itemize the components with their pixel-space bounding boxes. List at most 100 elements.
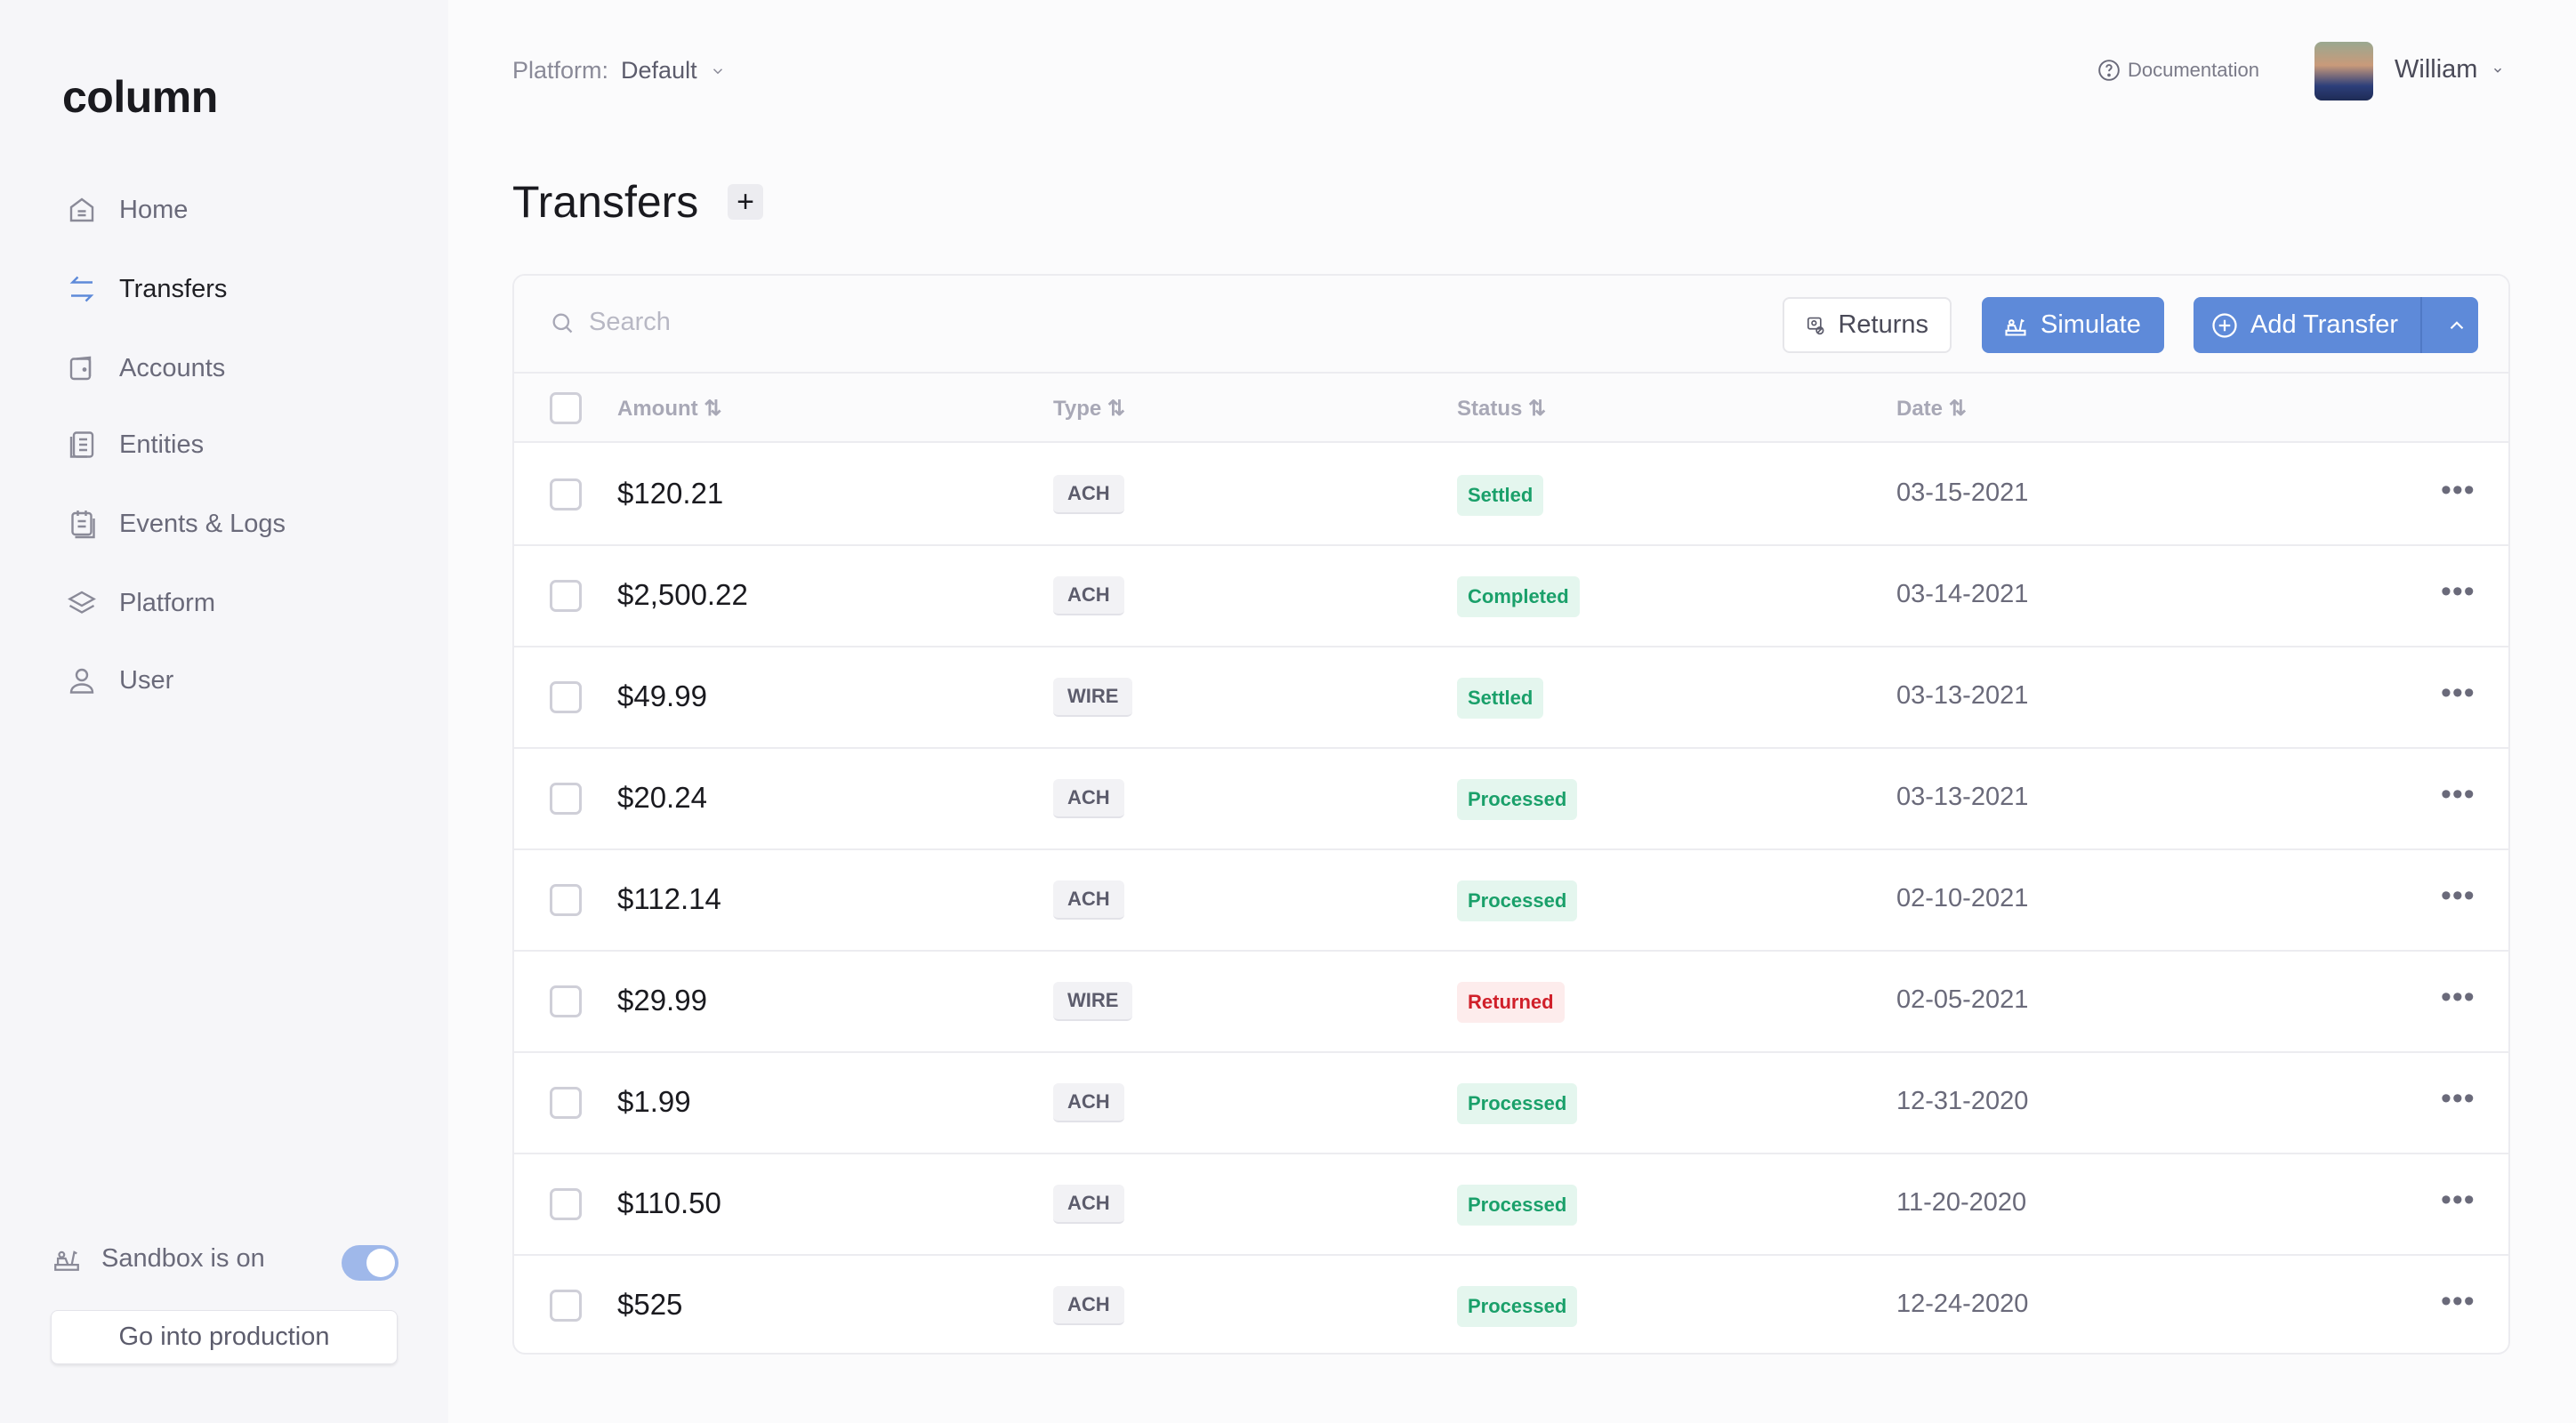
transfers-icon [69, 276, 94, 302]
amount: $525 [617, 1288, 683, 1321]
add-transfer-main[interactable]: Add Transfer [2194, 297, 2422, 353]
sidebar-item-platform[interactable]: Platform [66, 587, 215, 619]
date: 02-10-2021 [1896, 884, 2029, 912]
more-options-icon[interactable]: ••• [2441, 1284, 2475, 1319]
date: 12-31-2020 [1896, 1087, 2029, 1115]
sidebar-item-entities[interactable]: Entities [66, 429, 204, 461]
row-checkbox[interactable] [550, 478, 582, 511]
logo: column [62, 72, 218, 122]
more-options-icon[interactable]: ••• [2441, 575, 2475, 609]
sidebar-item-label: Home [119, 195, 189, 224]
entities-icon [69, 431, 94, 458]
sidebar-item-accounts[interactable]: Accounts [66, 352, 225, 384]
table-row[interactable]: $525 ACH Processed 12-24-2020 ••• [514, 1256, 2508, 1353]
more-options-icon[interactable]: ••• [2441, 777, 2475, 812]
row-checkbox[interactable] [550, 884, 582, 916]
platform-label: Platform: [512, 57, 609, 84]
date: 03-15-2021 [1896, 478, 2029, 507]
chevron-down-icon [712, 68, 722, 74]
sandbox-status: Sandbox is on [52, 1243, 265, 1274]
sidebar-item-transfers[interactable]: Transfers [66, 273, 227, 305]
table-row[interactable]: $49.99 WIRE Settled 03-13-2021 ••• [514, 647, 2508, 749]
more-options-icon[interactable]: ••• [2441, 1081, 2475, 1116]
date: 11-20-2020 [1896, 1188, 2027, 1217]
more-options-icon[interactable]: ••• [2441, 879, 2475, 913]
column-date[interactable]: Date ⇅ [1896, 396, 1967, 422]
table-row[interactable]: $120.21 ACH Settled 03-15-2021 ••• [514, 445, 2508, 546]
add-transfer-button[interactable]: Add Transfer [2194, 297, 2478, 353]
returns-icon [1807, 317, 1824, 334]
status-badge: Processed [1457, 779, 1578, 820]
documentation-label: Documentation [2128, 59, 2259, 81]
row-checkbox[interactable] [550, 985, 582, 1017]
type-badge: ACH [1053, 880, 1124, 920]
row-checkbox[interactable] [550, 681, 582, 713]
search-icon [552, 313, 573, 333]
status-badge: Returned [1457, 982, 1565, 1023]
transfers-table: Search Returns Simulate Add Transfer Amo… [512, 274, 2510, 1355]
row-checkbox[interactable] [550, 1290, 582, 1322]
row-checkbox[interactable] [550, 580, 582, 612]
search-placeholder: Search [589, 308, 671, 336]
more-options-icon[interactable]: ••• [2441, 1183, 2475, 1218]
column-status[interactable]: Status ⇅ [1457, 396, 1546, 422]
date: 03-13-2021 [1896, 681, 2029, 710]
select-all-checkbox[interactable] [550, 392, 582, 424]
sidebar-item-label: User [119, 665, 174, 695]
sandbox-icon [2005, 318, 2026, 336]
sidebar-item-label: Entities [119, 430, 205, 459]
user-menu[interactable]: William [2395, 55, 2504, 84]
sidebar: column Home Transfers Accounts Entities Even… [0, 0, 448, 1423]
type-badge: ACH [1053, 779, 1124, 818]
amount: $49.99 [617, 679, 707, 712]
help-icon [2098, 60, 2120, 81]
sidebar-item-user[interactable]: User [66, 664, 173, 696]
column-type[interactable]: Type ⇅ [1053, 396, 1125, 422]
amount: $2,500.22 [617, 578, 748, 611]
sidebar-item-label: Transfers [119, 274, 228, 303]
amount: $20.24 [617, 781, 707, 814]
type-badge: ACH [1053, 475, 1124, 514]
column-amount[interactable]: Amount ⇅ [617, 396, 721, 422]
type-badge: ACH [1053, 1286, 1124, 1325]
sidebar-item-home[interactable]: Home [66, 194, 188, 226]
table-row[interactable]: $2,500.22 ACH Completed 03-14-2021 ••• [514, 546, 2508, 647]
row-checkbox[interactable] [550, 783, 582, 815]
sandbox-icon [54, 1250, 79, 1271]
returns-button[interactable]: Returns [1783, 297, 1952, 353]
more-options-icon[interactable]: ••• [2441, 676, 2475, 711]
user-name: William [2395, 55, 2478, 84]
accounts-icon [69, 356, 92, 381]
sandbox-toggle[interactable] [342, 1245, 398, 1281]
add-transfer-label: Add Transfer [2250, 310, 2399, 339]
date: 03-13-2021 [1896, 783, 2029, 811]
sidebar-item-events-logs[interactable]: Events & Logs [66, 508, 286, 540]
simulate-label: Simulate [2041, 310, 2141, 339]
more-options-icon[interactable]: ••• [2441, 473, 2475, 508]
documentation-link[interactable]: Documentation [2097, 59, 2259, 82]
more-options-icon[interactable]: ••• [2441, 980, 2475, 1015]
add-icon-button[interactable]: + [728, 184, 763, 220]
platform-selector[interactable]: Platform: Default [512, 57, 726, 84]
table-row[interactable]: $20.24 ACH Processed 03-13-2021 ••• [514, 749, 2508, 850]
avatar[interactable] [2314, 42, 2373, 100]
row-checkbox[interactable] [550, 1087, 582, 1119]
row-checkbox[interactable] [550, 1188, 582, 1220]
amount: $110.50 [617, 1186, 721, 1219]
search-input[interactable]: Search [550, 308, 671, 337]
table-row[interactable]: $110.50 ACH Processed 11-20-2020 ••• [514, 1154, 2508, 1256]
status-badge: Processed [1457, 1286, 1578, 1327]
add-transfer-dropdown[interactable] [2435, 314, 2478, 337]
chevron-up-icon [2450, 320, 2463, 329]
type-badge: WIRE [1053, 678, 1133, 717]
table-row[interactable]: $112.14 ACH Processed 02-10-2021 ••• [514, 850, 2508, 952]
table-row[interactable]: $1.99 ACH Processed 12-31-2020 ••• [514, 1053, 2508, 1154]
type-badge: WIRE [1053, 982, 1133, 1021]
status-badge: Processed [1457, 1185, 1578, 1226]
go-into-production-button[interactable]: Go into production [51, 1310, 398, 1364]
type-badge: ACH [1053, 1185, 1124, 1224]
sidebar-item-label: Events & Logs [119, 509, 286, 538]
simulate-button[interactable]: Simulate [1982, 297, 2164, 353]
status-badge: Processed [1457, 1083, 1578, 1124]
table-row[interactable]: $29.99 WIRE Returned 02-05-2021 ••• [514, 952, 2508, 1053]
